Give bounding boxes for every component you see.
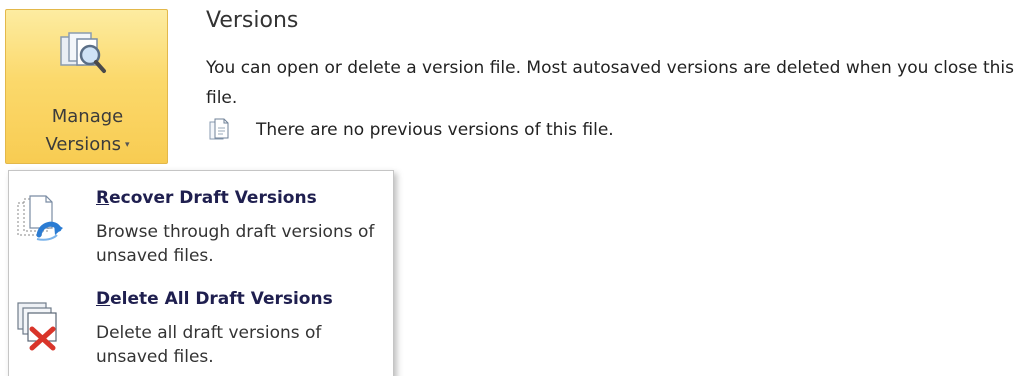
manage-versions-label-line2-text: Versions [45, 134, 122, 155]
recover-draft-versions-accelerator: R [96, 188, 110, 208]
delete-all-draft-versions-title-text: elete All Draft Versions [110, 289, 333, 309]
no-versions-row: There are no previous versions of this f… [208, 117, 614, 143]
document-icon [209, 118, 229, 140]
recover-draft-versions-title: Recover Draft Versions [96, 188, 317, 208]
delete-all-draft-versions-accelerator: D [96, 289, 111, 309]
recover-draft-versions-title-text: ecover Draft Versions [109, 188, 317, 208]
no-versions-text: There are no previous versions of this f… [256, 120, 614, 140]
versions-heading: Versions [206, 8, 299, 33]
chevron-down-icon: ▾ [125, 140, 130, 150]
manage-versions-label-line1: Manage [51, 106, 124, 127]
recover-draft-versions-description: Browse through draft versions of unsaved… [96, 222, 375, 266]
manage-versions-label-line2: Versions ▾ [6, 134, 169, 155]
manage-versions-menu: Recover Draft Versions Browse through dr… [8, 170, 394, 376]
menu-item-recover-draft-versions[interactable]: Recover Draft Versions Browse through dr… [9, 177, 393, 277]
versions-description: You can open or delete a version file. M… [206, 58, 1014, 108]
menu-item-delete-all-draft-versions[interactable]: Delete All Draft Versions Delete all dra… [9, 283, 393, 376]
delete-all-draft-versions-description: Delete all draft versions of unsaved fil… [96, 323, 322, 367]
delete-drafts-icon [17, 302, 57, 351]
manage-versions-button[interactable]: Manage Versions ▾ [5, 9, 168, 164]
recover-drafts-icon [17, 195, 63, 241]
manage-versions-icon [60, 32, 106, 73]
delete-all-draft-versions-title: Delete All Draft Versions [96, 289, 333, 309]
backstage-info-panel: Manage Versions ▾ Versions You can open o… [0, 0, 1030, 376]
